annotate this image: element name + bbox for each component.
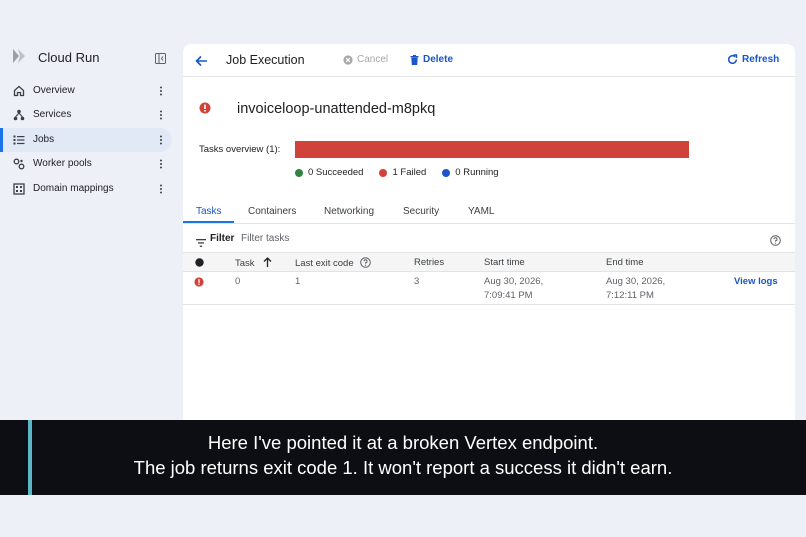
sidebar-item-services[interactable]: Services — [0, 103, 180, 127]
sidebar-item-domain-mappings[interactable]: Domain mappings — [0, 177, 180, 201]
sidebar-item-label: Domain mappings — [33, 182, 114, 194]
filter-bar: Filter — [183, 225, 795, 252]
more-vert-icon[interactable] — [159, 183, 163, 195]
succeeded-dot-icon — [295, 168, 303, 177]
home-icon — [13, 85, 25, 97]
caption-line-1: Here I've pointed it at a broken Vertex … — [207, 432, 599, 453]
sidebar: Cloud Run Overview Services Jobs Worker … — [0, 0, 180, 420]
execution-name: invoiceloop-unattended-m8pkq — [237, 101, 436, 117]
worker-pools-icon — [13, 158, 25, 170]
column-last-exit-code-label: Last exit code — [295, 258, 354, 269]
column-task[interactable]: Task — [235, 257, 272, 269]
sidebar-nav: Overview Services Jobs Worker pools Doma… — [0, 79, 180, 201]
video-caption: Here I've pointed it at a broken Vertex … — [0, 420, 806, 495]
filter-icon[interactable] — [196, 234, 206, 252]
filter-input[interactable] — [241, 230, 441, 247]
services-icon — [13, 109, 25, 121]
page-title: Job Execution — [226, 53, 305, 67]
sidebar-item-label: Jobs — [33, 133, 55, 145]
execution-header: invoiceloop-unattended-m8pkq — [199, 101, 435, 119]
more-vert-icon[interactable] — [159, 85, 163, 97]
delete-button[interactable]: Delete — [410, 54, 453, 65]
end-time: Aug 30, 2026, 7:12:11 PM — [606, 275, 665, 302]
filter-label[interactable]: Filter — [210, 233, 234, 244]
legend-failed: 1 Failed — [379, 167, 426, 178]
app-title: Cloud Run — [38, 50, 100, 65]
cancel-label: Cancel — [357, 54, 389, 65]
legend-failed-label: 1 Failed — [392, 167, 427, 178]
column-end-time: End time — [606, 257, 644, 268]
sidebar-item-label: Services — [33, 109, 72, 121]
start-time: Aug 30, 2026, 7:09:41 PM — [484, 275, 543, 302]
column-task-label: Task — [235, 258, 255, 269]
list-icon — [13, 134, 25, 146]
caption-line-2: The job returns exit code 1. It won't re… — [133, 457, 673, 478]
legend-running: 0 Running — [442, 167, 499, 178]
cancel-button[interactable]: Cancel — [343, 54, 388, 65]
toolbar: Job Execution Cancel Delete Refresh — [183, 44, 795, 77]
legend-succeeded: 0 Succeeded — [295, 167, 363, 178]
end-date: Aug 30, 2026, — [606, 276, 666, 287]
collapse-sidebar-icon[interactable] — [155, 51, 166, 69]
failed-progress-fill — [295, 141, 689, 158]
end-clock: 7:12:11 PM — [606, 289, 654, 301]
error-status-icon — [194, 277, 204, 292]
active-tab-indicator — [183, 221, 234, 223]
column-retries: Retries — [414, 257, 445, 268]
column-last-exit-code: Last exit code — [295, 257, 372, 269]
view-logs-link[interactable]: View logs — [734, 275, 778, 289]
tasks-overview-label: Tasks overview (1): — [199, 144, 281, 155]
domain-icon — [13, 182, 25, 195]
back-arrow-icon[interactable] — [195, 54, 208, 72]
legend-running-label: 0 Running — [455, 167, 499, 178]
help-icon[interactable] — [360, 257, 372, 268]
more-vert-icon[interactable] — [159, 134, 163, 146]
sidebar-item-overview[interactable]: Overview — [0, 79, 180, 103]
retries: 3 — [414, 276, 420, 287]
sidebar-item-label: Overview — [33, 85, 75, 96]
trash-icon — [410, 54, 419, 65]
more-vert-icon[interactable] — [159, 158, 163, 170]
help-icon[interactable] — [770, 233, 781, 251]
table-header: Task Last exit code Retries Start time E… — [183, 252, 795, 272]
tab-networking[interactable]: Networking — [324, 206, 374, 217]
column-start-time: Start time — [484, 257, 525, 268]
cancel-icon — [343, 54, 353, 65]
failed-dot-icon — [379, 168, 388, 177]
sidebar-item-worker-pools[interactable]: Worker pools — [0, 152, 180, 176]
sidebar-item-jobs[interactable]: Jobs — [0, 127, 172, 152]
error-status-icon — [199, 101, 211, 119]
start-date: Aug 30, 2026, — [484, 276, 544, 287]
refresh-icon — [728, 54, 738, 64]
delete-label: Delete — [423, 54, 454, 65]
sidebar-item-label: Worker pools — [33, 158, 92, 170]
last-exit-code: 1 — [295, 276, 301, 287]
task-index: 0 — [235, 276, 241, 287]
refresh-label: Refresh — [742, 54, 780, 65]
status-column-icon — [195, 258, 204, 270]
table-row: 0 1 3 Aug 30, 2026, 7:09:41 PM Aug 30, 2… — [183, 272, 795, 305]
more-vert-icon[interactable] — [159, 109, 163, 121]
sort-ascending-icon — [263, 257, 272, 267]
tabs: Tasks Containers Networking Security YAM… — [183, 199, 795, 224]
tab-tasks[interactable]: Tasks — [196, 206, 222, 217]
brand: Cloud Run — [0, 48, 180, 68]
job-execution-panel: Job Execution Cancel Delete Refresh invo… — [183, 44, 795, 420]
refresh-button[interactable]: Refresh — [727, 54, 779, 65]
tasks-legend: 0 Succeeded 1 Failed 0 Running — [295, 167, 499, 178]
tab-security[interactable]: Security — [403, 206, 439, 217]
start-clock: 7:09:41 PM — [484, 289, 533, 301]
tab-yaml[interactable]: YAML — [468, 206, 495, 217]
cloud-run-logo-icon — [12, 48, 28, 69]
tab-containers[interactable]: Containers — [248, 206, 296, 217]
tasks-progress-bar — [295, 141, 689, 158]
legend-succeeded-label: 0 Succeeded — [308, 167, 364, 178]
running-dot-icon — [442, 168, 451, 177]
